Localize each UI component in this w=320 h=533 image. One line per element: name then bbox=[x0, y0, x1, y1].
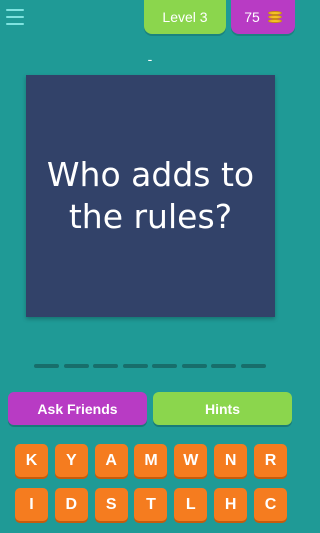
letter-key[interactable]: L bbox=[174, 488, 208, 521]
letter-key[interactable]: C bbox=[253, 488, 287, 521]
level-label: Level 3 bbox=[162, 9, 208, 25]
hint-reveal: - bbox=[147, 51, 153, 67]
level-indicator: Level 3 bbox=[144, 0, 226, 34]
letter-key[interactable]: A bbox=[94, 444, 128, 477]
menu-icon[interactable] bbox=[6, 9, 24, 25]
answer-slot[interactable] bbox=[122, 364, 148, 368]
letter-key[interactable]: Y bbox=[54, 444, 88, 477]
letter-keyboard: K Y A M W N R I D S T L H C bbox=[15, 444, 287, 532]
letter-key[interactable]: H bbox=[214, 488, 248, 521]
hints-label: Hints bbox=[205, 400, 240, 417]
coin-count: 75 bbox=[244, 9, 260, 25]
letter-key[interactable]: N bbox=[214, 444, 248, 477]
letter-key[interactable]: R bbox=[253, 444, 287, 477]
answer-slots bbox=[34, 364, 266, 370]
letter-key[interactable]: S bbox=[94, 488, 128, 521]
answer-slot[interactable] bbox=[240, 364, 266, 368]
letter-row-1: K Y A M W N R bbox=[15, 444, 287, 477]
answer-slot[interactable] bbox=[63, 364, 89, 368]
ask-friends-label: Ask Friends bbox=[37, 400, 118, 417]
ask-friends-button[interactable]: Ask Friends bbox=[8, 392, 147, 425]
letter-key[interactable]: T bbox=[134, 488, 168, 521]
letter-key[interactable]: M bbox=[134, 444, 168, 477]
letter-key[interactable]: I bbox=[15, 488, 48, 521]
letter-key[interactable]: K bbox=[15, 444, 48, 477]
answer-slot[interactable] bbox=[152, 364, 178, 368]
question-text: Who adds to the rules? bbox=[46, 155, 255, 236]
top-bar: Level 3 75 bbox=[0, 0, 300, 36]
letter-row-2: I D S T L H C bbox=[15, 488, 287, 521]
question-card: Who adds to the rules? bbox=[26, 75, 275, 317]
hints-button[interactable]: Hints bbox=[153, 392, 292, 425]
coin-stack-icon bbox=[267, 11, 282, 23]
answer-slot[interactable] bbox=[211, 364, 237, 368]
letter-key[interactable]: D bbox=[54, 488, 88, 521]
answer-slot[interactable] bbox=[34, 364, 59, 368]
answer-slot[interactable] bbox=[93, 364, 119, 368]
answer-slot[interactable] bbox=[181, 364, 207, 368]
coins-button[interactable]: 75 bbox=[231, 0, 295, 34]
letter-key[interactable]: W bbox=[174, 444, 208, 477]
